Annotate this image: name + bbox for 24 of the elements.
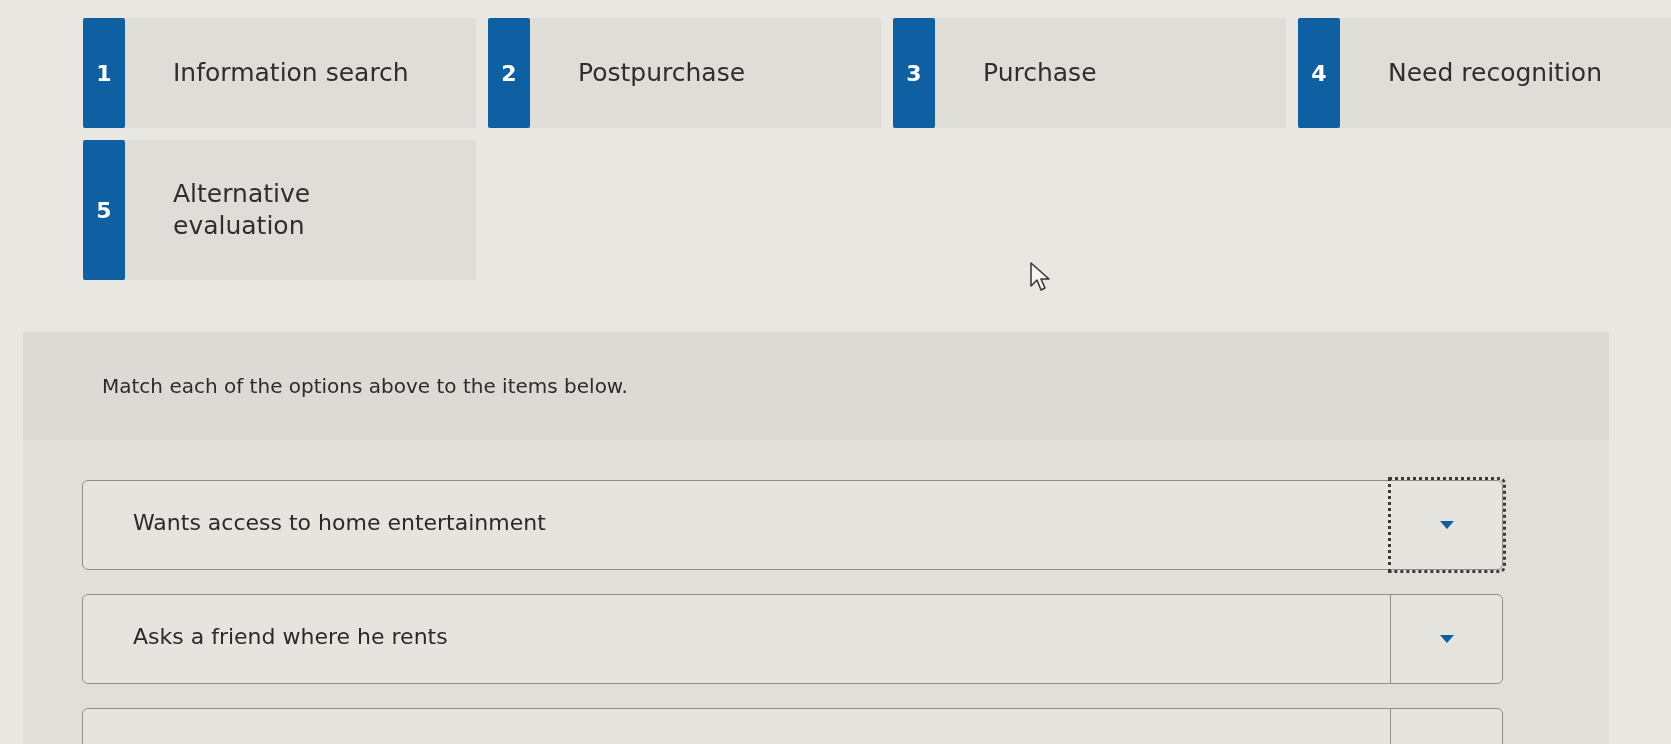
number-badge: 3: [893, 18, 935, 128]
option-tile[interactable]: 4 Need recognition: [1298, 18, 1671, 128]
option-label: Purchase: [983, 57, 1097, 89]
answer-select[interactable]: Asks a friend where he rents: [82, 594, 1503, 684]
caret-icon: [1440, 521, 1454, 529]
number-badge: 1: [83, 18, 125, 128]
answer-select[interactable]: Wants access to home entertainment: [82, 480, 1503, 570]
dropdown-button[interactable]: [1388, 477, 1506, 573]
number-badge: 4: [1298, 18, 1340, 128]
mouse-pointer-icon: [1030, 262, 1052, 292]
option-label: Postpurchase: [578, 57, 746, 89]
option-tile[interactable]: 1 Information search: [83, 18, 476, 128]
option-tile[interactable]: 5 Alternative evaluation: [83, 140, 476, 280]
option-label: Need recognition: [1388, 57, 1602, 89]
instructions-text: Match each of the options above to the items below.: [102, 374, 628, 398]
option-tile[interactable]: 3 Purchase: [893, 18, 1286, 128]
item-prompt: Asks a friend where he rents: [132, 623, 449, 649]
number-badge: 5: [83, 140, 125, 280]
caret-icon: [1439, 635, 1454, 643]
option-label: Information search: [173, 57, 409, 89]
item-prompt: Wants access to home entertainment: [132, 509, 547, 535]
option-label: Alternative evaluation: [173, 178, 312, 242]
option-tile[interactable]: 2 Postpurchase: [488, 18, 881, 128]
number-badge: 2: [488, 18, 530, 128]
